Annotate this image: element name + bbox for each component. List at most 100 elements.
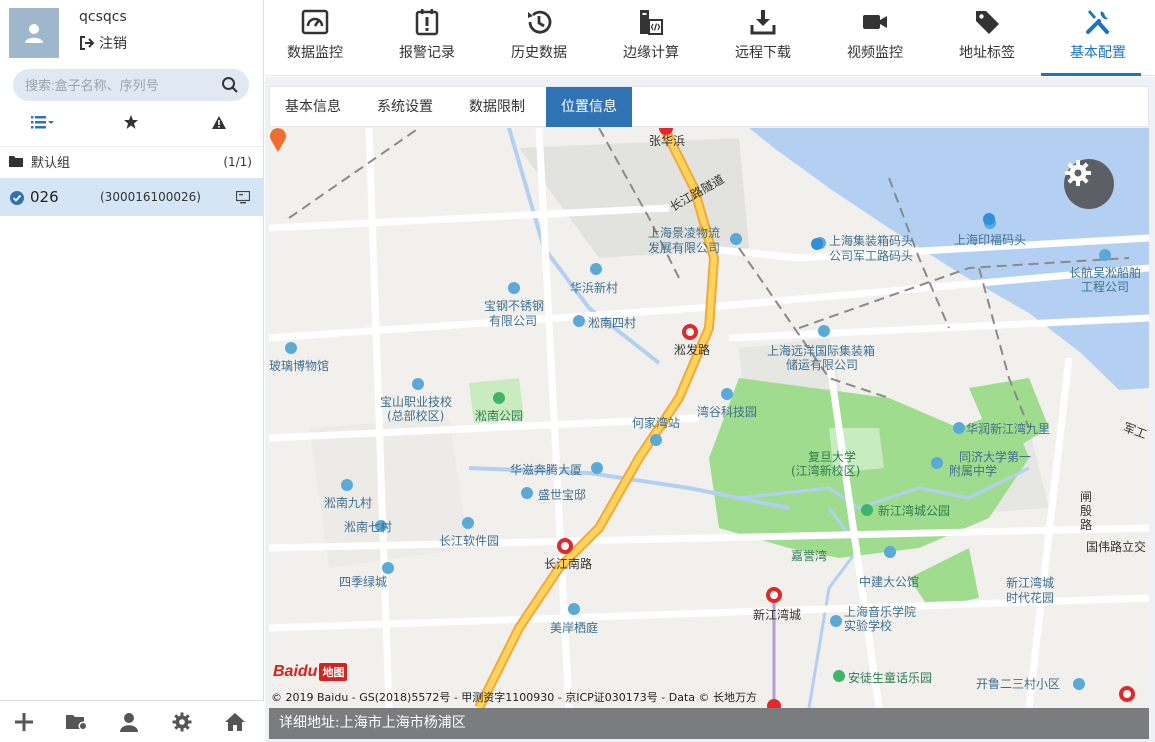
map-copyright: © 2019 Baidu - GS(2018)5572号 - 甲测资字11009… — [271, 691, 758, 704]
map-label: 中建大公馆 — [859, 575, 920, 589]
download-icon — [750, 10, 776, 35]
add-folder-button[interactable] — [64, 710, 90, 734]
tab-basic-info[interactable]: 基本信息 — [270, 87, 356, 127]
search-input[interactable] — [25, 69, 215, 101]
top-navigation: 数据监控 报警记录 历史数据 边缘计算 远程下载 视频监控 地址标签 基本配置 — [265, 0, 1155, 76]
map-label: 何家湾站 — [632, 416, 681, 430]
search-icon[interactable] — [221, 76, 239, 94]
address-bar: 详细地址:上海市上海市杨浦区 — [269, 708, 1149, 739]
map-label: 上海集装箱码头 — [829, 234, 914, 248]
map-label: 殷 — [1080, 504, 1093, 518]
map-label: 上海印福码头 — [954, 233, 1027, 247]
nav-remote-download[interactable]: 远程下载 — [713, 0, 813, 76]
nav-label: 视频监控 — [847, 45, 903, 61]
map-label: 宝钢不锈钢 — [484, 299, 545, 313]
alarm-filter-button[interactable] — [207, 112, 231, 132]
video-icon — [863, 15, 887, 29]
add-button[interactable] — [11, 710, 37, 734]
sidebar: qcsqcs 注销 搜索:盒子名称、序列号 默认组 (1/1) 026 (300… — [0, 0, 264, 742]
device-id: 026 — [30, 188, 59, 206]
home-button[interactable] — [222, 710, 248, 734]
history-icon — [528, 10, 552, 34]
list-filter-button[interactable] — [31, 112, 55, 132]
avatar[interactable] — [9, 8, 59, 58]
map-label: 淞南四村 — [588, 316, 637, 330]
monitor-icon — [301, 9, 329, 35]
star-icon — [124, 115, 138, 129]
map-label: 张华浜 — [649, 134, 686, 148]
map-label: 美岸栖庭 — [550, 621, 599, 635]
tools-icon — [1086, 10, 1109, 34]
map-label: 储运有限公司 — [786, 358, 859, 372]
map-label: 长江软件园 — [439, 534, 500, 548]
map-label: 新江湾城公园 — [878, 504, 951, 518]
group-row[interactable]: 默认组 (1/1) — [0, 146, 264, 176]
search-box — [13, 69, 249, 101]
nav-alarm-records[interactable]: 报警记录 — [377, 0, 477, 76]
desktop-icon[interactable] — [236, 191, 250, 204]
map-label: 淞南公园 — [475, 409, 524, 423]
folder-settings-icon — [66, 715, 88, 731]
address-label: 详细地址: — [279, 715, 340, 731]
baidu-logo-text: Baidu — [273, 663, 318, 680]
nav-label: 报警记录 — [399, 45, 455, 61]
map-label: 工程公司 — [1081, 280, 1130, 294]
map-label: 华润新江湾九里 — [966, 422, 1051, 436]
map-label: 有限公司 — [489, 314, 538, 328]
map-label: 路 — [1080, 518, 1093, 532]
nav-label: 远程下载 — [735, 45, 791, 61]
tab-data-limits[interactable]: 数据限制 — [454, 87, 540, 127]
map-label: 同济大学第一 — [959, 450, 1032, 464]
map-label: (总部校区) — [387, 409, 445, 423]
map-label: 上海景凌物流 — [648, 226, 721, 240]
map-label: 湾谷科技园 — [697, 405, 758, 419]
map-label: 新江湾城 — [753, 608, 802, 622]
nav-address-tags[interactable]: 地址标签 — [937, 0, 1037, 76]
logout-button[interactable]: 注销 — [79, 33, 127, 53]
settings-button[interactable] — [169, 710, 195, 734]
map-label: 附属中学 — [949, 464, 998, 478]
map-label: 长江南路 — [544, 557, 593, 571]
code-icon — [640, 10, 663, 35]
map-label: 四季绿城 — [339, 575, 388, 589]
baidu-map-logo: Baidu 地图 — [273, 659, 348, 685]
tag-icon — [976, 11, 999, 34]
map-label: (江湾新校区) — [791, 464, 861, 478]
map-label: 新江湾城 — [1006, 576, 1055, 590]
nav-label: 历史数据 — [511, 45, 567, 61]
map-label: 淞南九村 — [324, 496, 373, 510]
map-view[interactable]: 张华浜 长江路隧道 上海景凌物流 发展有限公司 上海集装箱码头 公司军工路码头 … — [269, 128, 1149, 708]
nav-data-monitor[interactable]: 数据监控 — [265, 0, 365, 76]
sidebar-toolbar — [0, 700, 264, 742]
location-marker-icon[interactable] — [269, 128, 287, 152]
tab-system-settings[interactable]: 系统设置 — [362, 87, 448, 127]
map-label: 上海远洋国际集装箱 — [767, 344, 876, 358]
nav-history-data[interactable]: 历史数据 — [489, 0, 589, 76]
nav-label: 基本配置 — [1070, 45, 1126, 61]
warning-icon — [212, 115, 226, 129]
map-label: 上海音乐学院 — [844, 605, 917, 619]
map-settings-button[interactable] — [1064, 159, 1114, 209]
check-circle-icon — [10, 191, 24, 205]
tab-location-info[interactable]: 位置信息 — [546, 87, 632, 127]
nav-edge-computing[interactable]: 边缘计算 — [601, 0, 701, 76]
gear-icon — [1065, 160, 1091, 186]
map-label: 华浜新村 — [570, 281, 619, 295]
map-label: 开鲁二三村小区 — [976, 677, 1061, 691]
map-label: 闸 — [1080, 490, 1093, 504]
baidu-logo-map: 地图 — [319, 663, 348, 681]
map-label: 宝山职业技校 — [380, 395, 453, 409]
user-icon — [120, 713, 138, 732]
nav-video-monitor[interactable]: 视频监控 — [825, 0, 925, 76]
nav-basic-config[interactable]: 基本配置 — [1041, 0, 1155, 76]
filter-row — [0, 110, 264, 136]
nav-label: 数据监控 — [287, 45, 343, 61]
map-label: 玻璃博物馆 — [269, 359, 330, 373]
favorite-filter-button[interactable] — [119, 112, 143, 132]
user-button[interactable] — [116, 710, 142, 734]
map-label: 长航吴淞船舶 — [1069, 266, 1142, 280]
device-row[interactable]: 026 (300016100026) — [0, 178, 264, 216]
nav-label: 地址标签 — [959, 45, 1015, 61]
plus-icon — [15, 713, 33, 731]
list-dropdown-icon — [31, 116, 54, 129]
